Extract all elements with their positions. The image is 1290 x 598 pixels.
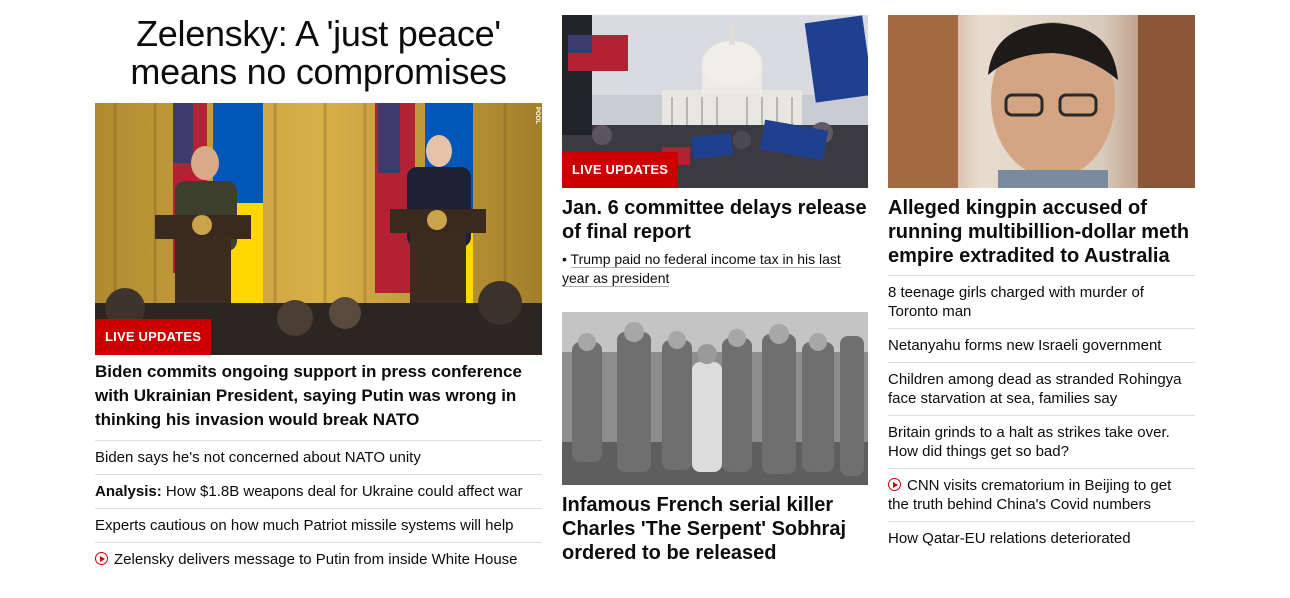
main-headline[interactable]: Zelensky: A 'just peace' means no compro…	[95, 15, 542, 103]
right-column: Alleged kingpin accused of running multi…	[888, 0, 1195, 555]
list-item[interactable]: How Qatar-EU relations deteriorated	[888, 521, 1195, 555]
sobhraj-story-title[interactable]: Infamous French serial killer Charles 'T…	[562, 493, 868, 565]
list-item[interactable]: Britain grinds to a halt as strikes take…	[888, 415, 1195, 468]
related-bullet-text[interactable]: Trump paid no federal income tax in his …	[562, 251, 841, 287]
middle-column: LIVE UPDATES Jan. 6 committee delays rel…	[562, 0, 868, 565]
kingpin-image[interactable]	[888, 15, 1195, 188]
list-item-text[interactable]: CNN visits crematorium in Beijing to get…	[888, 477, 1171, 513]
analysis-label: Analysis:	[95, 483, 162, 500]
image-watermark: POOL	[534, 107, 540, 125]
list-item[interactable]: Netanyahu forms new Israeli government	[888, 328, 1195, 362]
play-icon	[888, 478, 901, 491]
list-item[interactable]: 8 teenage girls charged with murder of T…	[888, 275, 1195, 328]
capitol-riot-image[interactable]: LIVE UPDATES	[562, 15, 868, 188]
list-item[interactable]: Children among dead as stranded Rohingya…	[888, 362, 1195, 415]
list-item-text[interactable]: Zelensky delivers message to Putin from …	[114, 551, 518, 568]
list-item-text[interactable]: 8 teenage girls charged with murder of T…	[888, 284, 1144, 320]
kingpin-story-title[interactable]: Alleged kingpin accused of running multi…	[888, 196, 1195, 268]
list-item-text[interactable]: Experts cautious on how much Patriot mis…	[95, 517, 514, 534]
list-item[interactable]: Analysis: How $1.8B weapons deal for Ukr…	[95, 474, 542, 508]
sobhraj-image[interactable]	[562, 312, 868, 485]
related-bullet[interactable]: • Trump paid no federal income tax in hi…	[562, 250, 868, 288]
list-item[interactable]: CNN visits crematorium in Beijing to get…	[888, 468, 1195, 521]
live-updates-badge[interactable]: LIVE UPDATES	[562, 152, 679, 188]
list-item-text[interactable]: How $1.8B weapons deal for Ukraine could…	[166, 483, 523, 500]
zelensky-biden-press-conference-image[interactable]: POOL LIVE UPDATES	[95, 103, 542, 355]
lead-column: Zelensky: A 'just peace' means no compro…	[95, 0, 542, 576]
list-item[interactable]: Biden says he's not concerned about NATO…	[95, 440, 542, 474]
list-item-text[interactable]: How Qatar-EU relations deteriorated	[888, 530, 1131, 547]
list-item-text[interactable]: Children among dead as stranded Rohingya…	[888, 371, 1182, 407]
world-links-list: 8 teenage girls charged with murder of T…	[888, 275, 1195, 555]
list-item-text[interactable]: Netanyahu forms new Israeli government	[888, 337, 1161, 354]
list-item[interactable]: Experts cautious on how much Patriot mis…	[95, 508, 542, 542]
list-item-text[interactable]: Biden says he's not concerned about NATO…	[95, 449, 421, 466]
live-updates-badge[interactable]: LIVE UPDATES	[95, 319, 212, 355]
list-item-text[interactable]: Britain grinds to a halt as strikes take…	[888, 424, 1170, 460]
list-item[interactable]: Zelensky delivers message to Putin from …	[95, 542, 542, 576]
related-links-list: Biden says he's not concerned about NATO…	[95, 440, 542, 576]
play-icon	[95, 552, 108, 565]
lead-story-title[interactable]: Biden commits ongoing support in press c…	[95, 360, 542, 432]
jan6-story-title[interactable]: Jan. 6 committee delays release of final…	[562, 196, 868, 244]
